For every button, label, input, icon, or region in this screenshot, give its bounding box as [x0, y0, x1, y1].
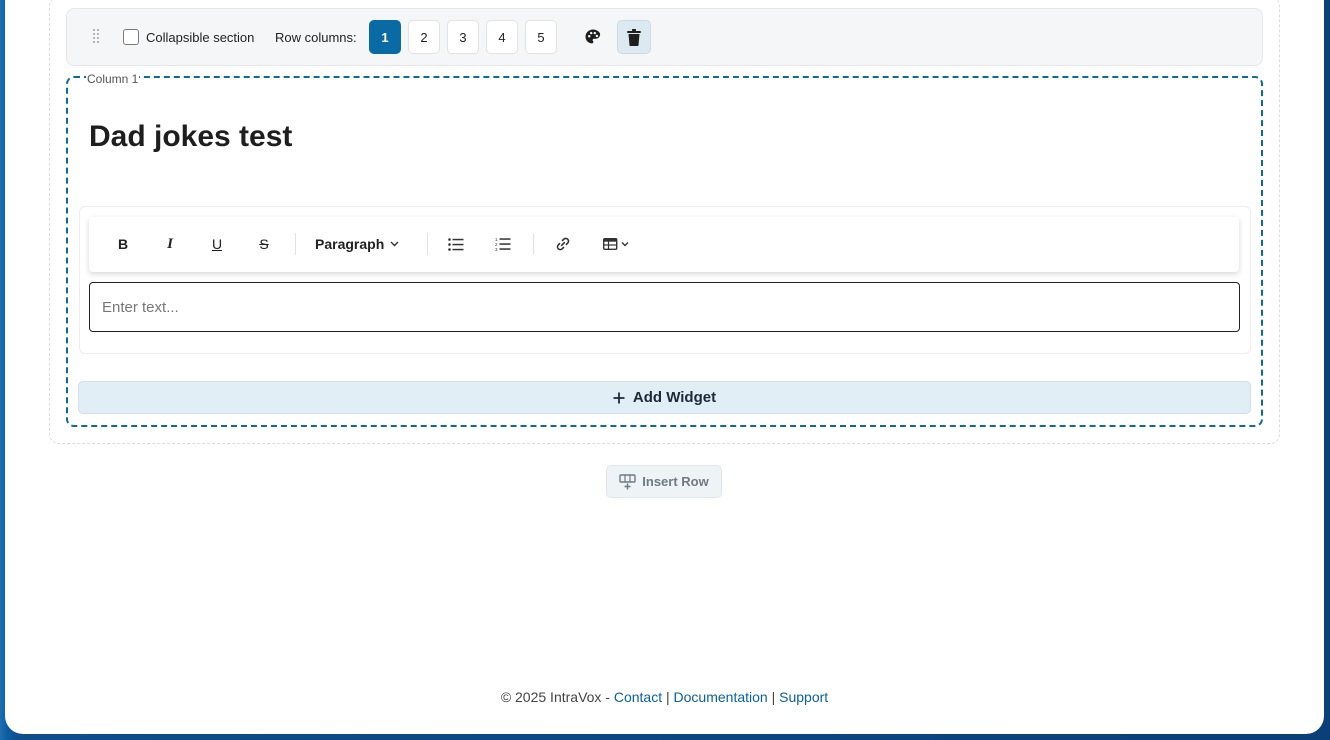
add-widget-button[interactable]: Add Widget	[78, 381, 1251, 414]
paragraph-select-label: Paragraph	[315, 236, 385, 252]
columns-option-2[interactable]: 2	[408, 20, 440, 54]
plus-icon	[613, 392, 625, 403]
link-button[interactable]	[551, 232, 575, 256]
paragraph-select[interactable]: Paragraph	[315, 232, 415, 256]
table-button[interactable]	[599, 232, 633, 256]
strikethrough-button[interactable]: S	[252, 232, 276, 256]
toolbar-divider	[427, 233, 428, 255]
footer: © 2025 IntraVox - Contact | Documentatio…	[5, 689, 1324, 705]
link-icon	[556, 237, 570, 251]
collapsible-label[interactable]: Collapsible section	[146, 30, 254, 45]
toolbar-divider	[533, 233, 534, 255]
add-widget-label: Add Widget	[632, 389, 717, 406]
column-label: Column 1	[86, 72, 140, 86]
text-editor-input[interactable]	[89, 282, 1240, 332]
chevron-down-icon	[390, 241, 399, 247]
columns-option-1[interactable]: 1	[369, 20, 401, 54]
page-panel: Collapsible section Row columns: 1 2 3 4…	[5, 0, 1324, 734]
delete-row-button[interactable]	[617, 20, 651, 54]
drag-handle-icon[interactable]	[93, 29, 101, 45]
bold-button[interactable]: B	[111, 232, 135, 256]
footer-separator: |	[771, 689, 776, 705]
bold-icon: B	[117, 236, 129, 252]
footer-separator: |	[666, 689, 670, 705]
svg-text:3: 3	[495, 247, 498, 251]
columns-option-3[interactable]: 3	[447, 20, 479, 54]
insert-row-label: Insert Row	[642, 474, 709, 489]
footer-link-support[interactable]: Support	[779, 689, 828, 705]
numbered-list-button[interactable]: 1 2 3	[491, 232, 515, 256]
collapsible-checkbox[interactable]	[123, 29, 139, 45]
numbered-list-icon: 1 2 3	[495, 237, 511, 251]
row-color-button[interactable]	[576, 20, 610, 54]
heading-widget[interactable]: Dad jokes test	[89, 120, 292, 154]
table-icon	[602, 238, 628, 250]
columns-option-4[interactable]: 4	[486, 20, 518, 54]
bullet-list-button[interactable]	[444, 232, 468, 256]
trash-icon	[627, 28, 641, 46]
italic-icon: I	[167, 235, 173, 252]
footer-link-contact[interactable]: Contact	[614, 689, 662, 705]
row-toolbar: Collapsible section Row columns: 1 2 3 4…	[66, 8, 1263, 66]
underline-button[interactable]: U	[205, 232, 229, 256]
row-columns-label: Row columns:	[275, 30, 357, 45]
palette-icon	[585, 29, 601, 44]
italic-button[interactable]: I	[158, 232, 182, 256]
insert-row-icon	[619, 473, 636, 489]
footer-link-documentation[interactable]: Documentation	[674, 689, 768, 705]
bullet-list-icon	[448, 237, 464, 251]
footer-copyright: © 2025 IntraVox -	[500, 689, 610, 705]
underline-icon: U	[211, 236, 223, 252]
insert-row-button[interactable]: Insert Row	[606, 465, 722, 498]
toolbar-divider	[295, 233, 296, 255]
editor-toolbar: B I U S Paragraph 1 2 3	[89, 217, 1239, 272]
strikethrough-icon: S	[259, 236, 269, 252]
columns-option-5[interactable]: 5	[525, 20, 557, 54]
